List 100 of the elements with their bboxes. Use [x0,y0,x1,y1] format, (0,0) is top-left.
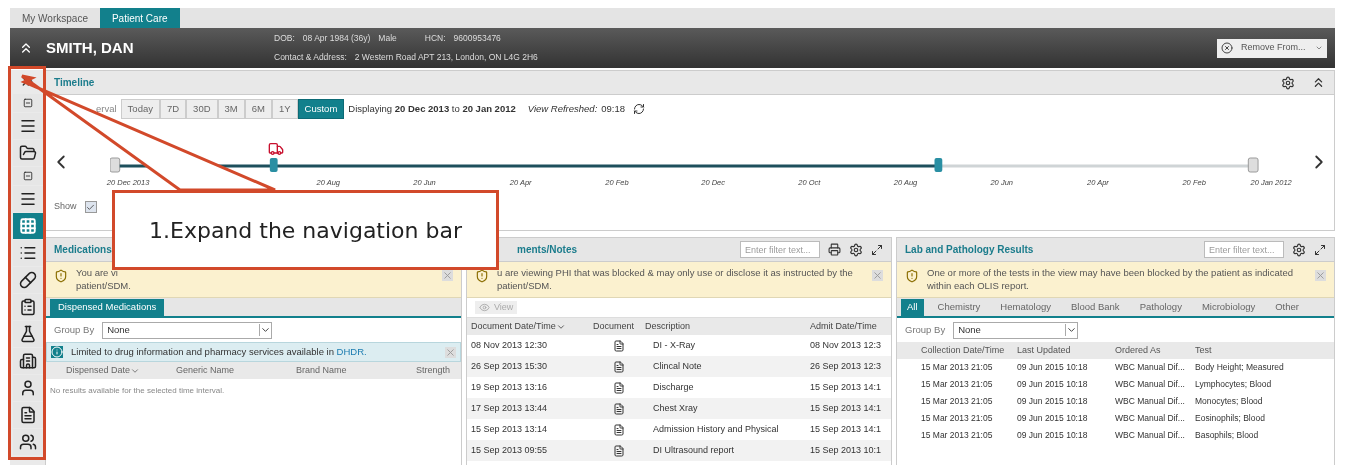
expand-icon[interactable] [1314,243,1326,256]
document-row[interactable]: 17 Sep 2013 13:44 Chest Xray 15 Sep 2013 14:1 [467,398,891,419]
column-header[interactable]: Ordered As [1115,343,1195,358]
interval-button[interactable]: 6M [244,99,272,119]
table-cell-text: Clincal Note [652,359,703,373]
dhdr-link[interactable]: DHDR. [336,345,367,357]
interval-button[interactable]: 30D [186,99,218,119]
column-header[interactable]: Last Updated [1017,343,1115,358]
table-cell-text: Discharge [652,380,695,394]
table-cell-text: 15 Sep 2013 14:1 [810,422,882,436]
table-cell-text: WBC Manual Dif... [1115,412,1186,425]
lab-tab[interactable]: Other [1269,299,1305,316]
table-cell-text: 15 Sep 2013 09:55 [471,443,549,457]
nav-item[interactable] [12,348,43,374]
table-cell-text: 09 Jun 2015 10:18 [1017,429,1089,442]
settings-icon[interactable] [1292,242,1306,257]
workspace-tab[interactable]: Patient Care [99,8,180,28]
settings-icon[interactable] [849,242,863,257]
check-icon [86,202,95,212]
lab-tab[interactable]: Pathology [1133,299,1188,316]
document-icon [613,444,625,457]
column-header[interactable]: Admit Date/Time [810,319,877,334]
nav-item[interactable] [12,402,43,428]
interval-button[interactable]: 1Y [271,99,298,119]
menu-icon [18,117,37,135]
nav-item[interactable] [12,113,43,139]
sex-value: Male [378,32,397,45]
document-row[interactable]: 15 Sep 2013 09:55 DI Ultrasound report 15 Sep 2013 10:1 [467,440,891,461]
dropdown-icon [1065,324,1078,336]
dropdown-icon [259,324,272,336]
table-cell-text: 09 Jun 2015 10:18 [1017,395,1089,408]
interval-button[interactable]: 7D [159,99,187,119]
document-icon [613,423,625,436]
column-header[interactable]: Document [593,319,645,334]
table-cell-text: 08 Nov 2013 12:3 [810,338,882,352]
filter-field[interactable]: Enter filter text... [1204,241,1284,258]
table-cell: Basophils; Blood [1195,429,1259,442]
empty-message: No results available for the selected time interval. [49,385,226,397]
table-cell-text: 17 Sep 2013 13:44 [471,401,549,415]
column-header[interactable]: Document Date/Time [471,319,593,334]
refresh-icon[interactable] [633,103,646,115]
shield-icon [905,269,919,283]
displaying-text: Displaying 20 Dec 2013 to 20 Jan 2012 [348,101,516,116]
document-icon [18,406,37,424]
info-icon [51,346,63,358]
table-cell-text: Chest Xray [652,401,699,415]
nav-item[interactable] [12,240,43,266]
warning-text: u are viewing PHI that was blocked & may only use or disclose it as instructed by the patient/SDM. [497,267,853,291]
medications-tab[interactable]: Dispensed Medications [50,299,165,316]
collapse-icon [22,98,33,108]
remove-from-button[interactable]: Remove From... [1217,38,1327,58]
patient-name: SMITH, DAN [46,37,135,58]
nav-item[interactable] [12,429,43,455]
table-cell-text: 09 Jun 2015 10:18 [1017,361,1089,374]
lab-tab[interactable]: Microbiology [1195,299,1262,316]
column-header[interactable]: Brand Name [296,363,416,378]
table-cell-text: WBC Manual Dif... [1115,361,1186,374]
lab-tab[interactable]: Chemistry [931,299,987,316]
document-icon [613,381,625,394]
callout-box: 1.Expand the navigation bar [112,190,499,270]
dob-value: 08 Apr 1984 (36y) [302,32,371,45]
lab-tab[interactable]: All [901,299,924,316]
lab-tab[interactable]: Hematology [994,299,1058,316]
document-icon [613,360,625,373]
column-header[interactable]: Dispensed Date [66,363,176,378]
show-label: Show [54,200,77,214]
document-row[interactable]: 26 Sep 2013 15:30 Clincal Note 26 Sep 2013 12:3 [467,356,891,377]
group-by-select[interactable]: None [102,321,273,339]
group-by-label: Group By [54,322,95,337]
nav-item[interactable] [12,140,43,166]
nav-item[interactable] [12,294,43,320]
nav-item[interactable] [12,375,43,401]
group-by-select[interactable]: None [953,321,1079,339]
nav-item[interactable] [12,267,43,293]
nav-item[interactable] [12,321,43,347]
settings-icon[interactable] [1281,75,1295,90]
show-checkbox[interactable] [84,201,97,213]
column-header[interactable]: Collection Date/Time [921,343,1017,358]
menu-icon [18,190,37,208]
interval-button[interactable]: Custom [297,99,345,119]
column-header[interactable]: Strength [416,363,451,378]
interval-button[interactable]: Today [120,99,160,119]
table-cell: Body Height; Measured [1195,361,1284,374]
group-by-label: Group By [905,322,946,337]
eye-icon [479,302,490,313]
lab-tab[interactable]: Blood Bank [1065,299,1126,316]
expand-icon[interactable] [871,243,883,256]
column-header[interactable]: Description [645,319,810,334]
filter-field[interactable]: Enter filter text... [740,241,820,258]
remove-icon [1221,42,1233,54]
print-icon[interactable] [828,243,841,256]
table-cell-text: 09 Jun 2015 10:18 [1017,378,1089,391]
workspace-tab[interactable]: My Workspace [10,8,100,28]
dob-label: DOB: [274,32,295,45]
nav-item[interactable] [12,186,43,212]
column-header[interactable]: Test [1195,343,1212,358]
column-header[interactable]: Generic Name [176,363,296,378]
warning-text: One or more of the tests in the view may have been blocked by the patient as indicated within each OLIS report. [927,267,1293,291]
hcn-value: 9600953476 [453,32,501,45]
interval-button[interactable]: 3M [217,99,245,119]
